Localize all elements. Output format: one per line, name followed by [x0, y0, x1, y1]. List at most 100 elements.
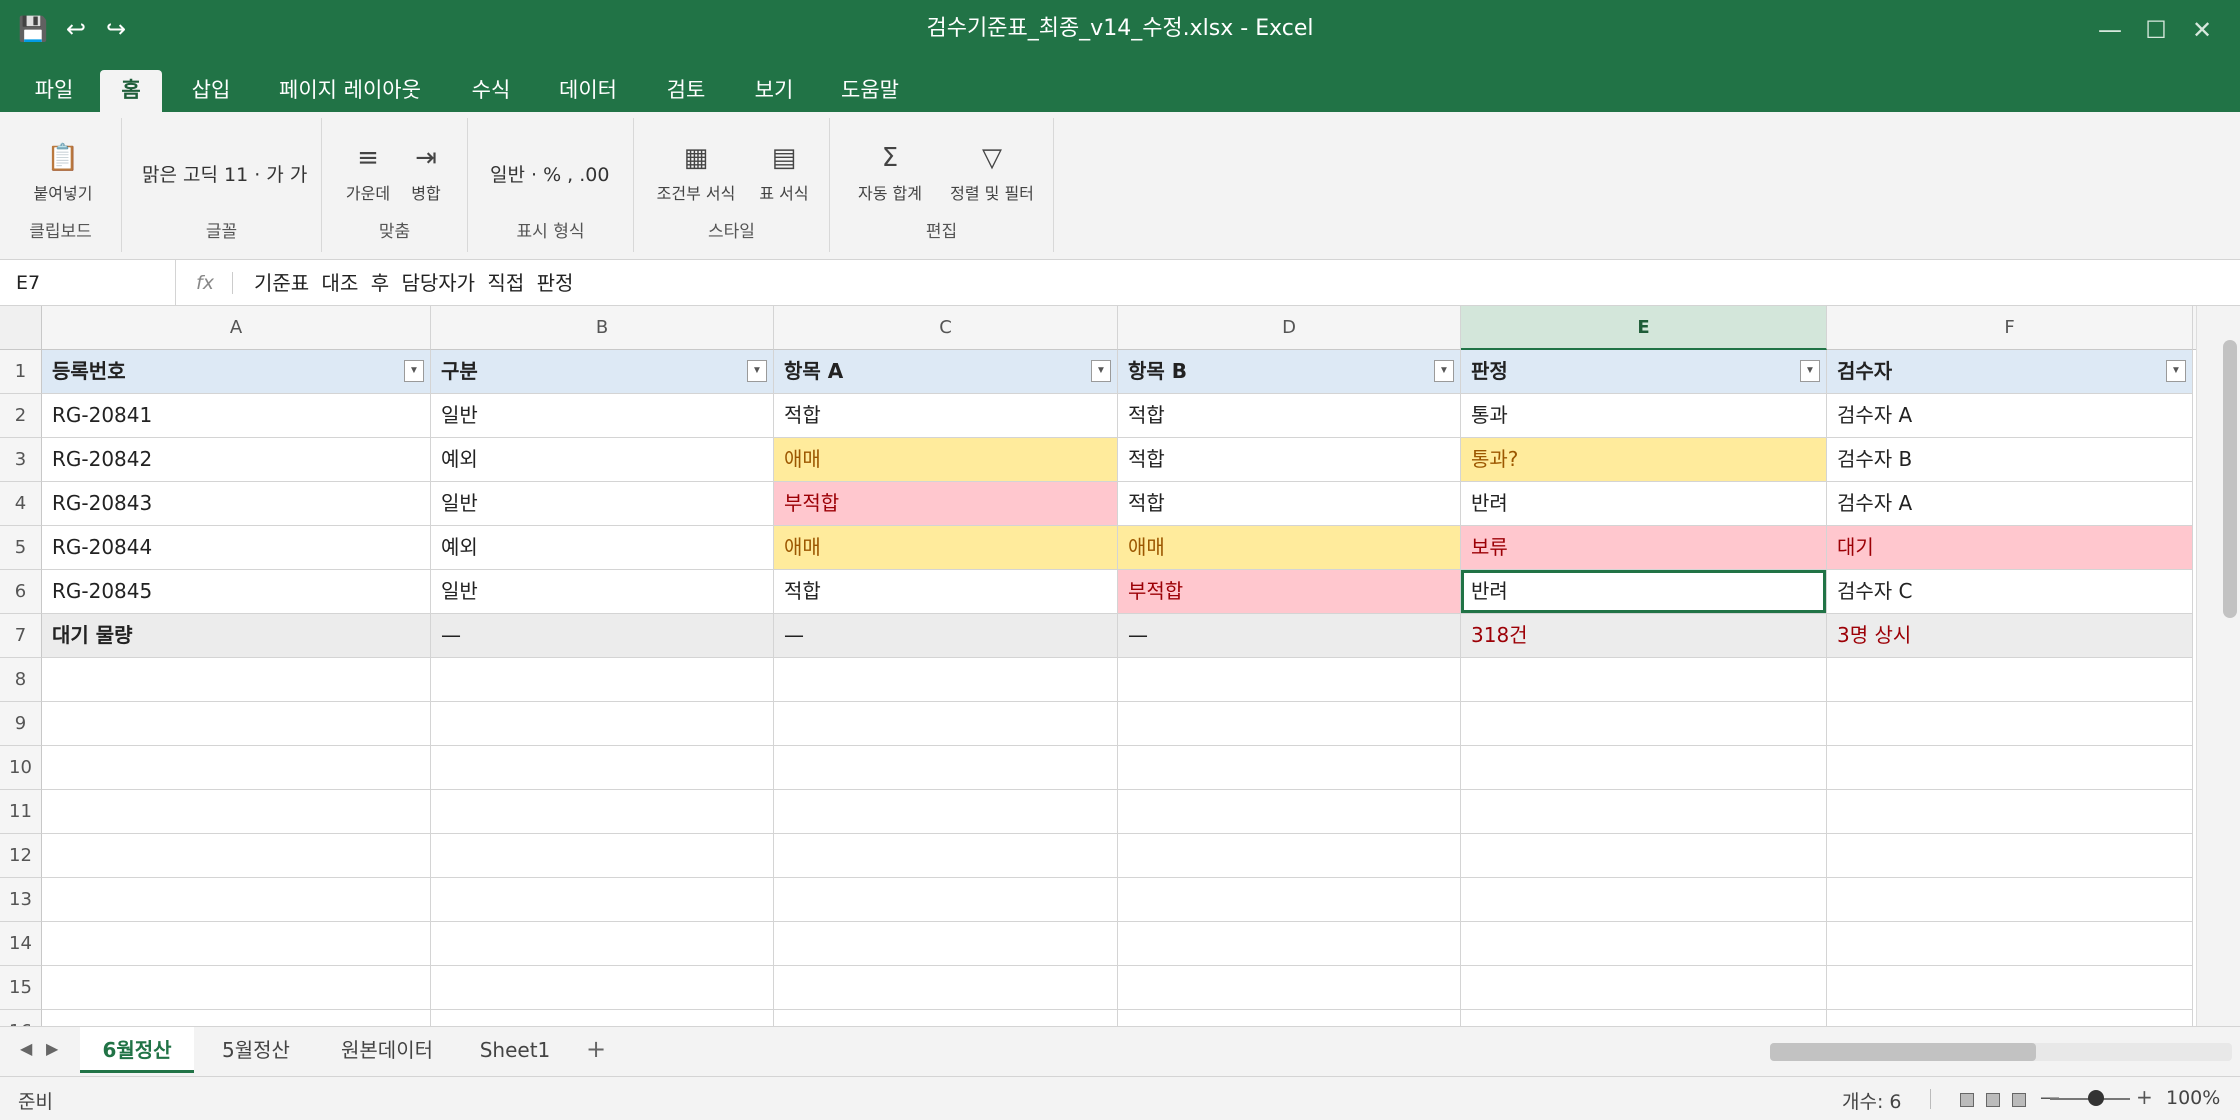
empty-cell[interactable] [1118, 878, 1461, 922]
table-cell[interactable]: 애매 [774, 526, 1118, 570]
empty-cell[interactable] [1827, 790, 2193, 834]
empty-cell[interactable] [774, 746, 1118, 790]
table-cell[interactable]: 통과? [1461, 438, 1827, 482]
table-cell[interactable]: 검수자 B [1827, 438, 2193, 482]
name-box[interactable]: E7 [0, 260, 176, 306]
empty-cell[interactable] [1827, 1010, 2193, 1026]
column-header-e[interactable]: E [1461, 306, 1827, 350]
table-cell[interactable]: 검수자 A [1827, 394, 2193, 438]
add-sheet-icon[interactable]: + [586, 1035, 606, 1063]
table-cell[interactable]: 보류 [1461, 526, 1827, 570]
row-header-5[interactable]: 5 [0, 526, 42, 570]
row-header-7[interactable]: 7 [0, 614, 42, 658]
table-cell[interactable]: RG-20841 [42, 394, 431, 438]
total-row-cell[interactable]: — [1118, 614, 1461, 658]
table-header-cell[interactable]: 등록번호 ▼ [42, 350, 431, 394]
empty-cell[interactable] [1461, 746, 1827, 790]
sheet-tab-may[interactable]: 5월정산 [204, 1027, 308, 1073]
table-cell[interactable]: 부적합 [774, 482, 1118, 526]
empty-cell[interactable] [1827, 746, 2193, 790]
sheet-tab-june[interactable]: 6월정산 [80, 1027, 194, 1073]
empty-cell[interactable] [1461, 790, 1827, 834]
table-cell[interactable]: 통과 [1461, 394, 1827, 438]
table-cell[interactable]: 검수자 C [1827, 570, 2193, 614]
empty-cell[interactable] [774, 1010, 1118, 1026]
empty-cell[interactable] [42, 966, 431, 1010]
maximize-icon[interactable]: ☐ [2136, 12, 2176, 48]
empty-cell[interactable] [42, 702, 431, 746]
total-row-cell[interactable]: — [431, 614, 774, 658]
empty-cell[interactable] [431, 1010, 774, 1026]
empty-cell[interactable] [774, 790, 1118, 834]
total-row-cell[interactable]: 대기 물량 [42, 614, 431, 658]
empty-cell[interactable] [774, 834, 1118, 878]
row-header-12[interactable]: 12 [0, 834, 42, 878]
empty-cell[interactable] [1118, 966, 1461, 1010]
empty-cell[interactable] [42, 790, 431, 834]
filter-dropdown-icon[interactable]: ▼ [404, 360, 424, 382]
paste-button[interactable]: 📋 붙여넣기 [28, 142, 98, 204]
empty-cell[interactable] [1118, 1010, 1461, 1026]
table-header-cell[interactable]: 판정 ▼ [1461, 350, 1827, 394]
table-cell[interactable]: 반려 [1461, 482, 1827, 526]
formula-input[interactable]: 기준표 대조 후 담당자가 직접 판정 [254, 260, 573, 306]
empty-cell[interactable] [774, 878, 1118, 922]
zoom-out-icon[interactable]: — [2040, 1085, 2060, 1109]
empty-cell[interactable] [1461, 1010, 1827, 1026]
empty-cell[interactable] [42, 746, 431, 790]
table-cell[interactable]: 적합 [1118, 438, 1461, 482]
table-cell[interactable]: RG-20843 [42, 482, 431, 526]
empty-cell[interactable] [1118, 658, 1461, 702]
horizontal-scrollbar[interactable] [1770, 1043, 2232, 1061]
empty-cell[interactable] [431, 922, 774, 966]
filter-dropdown-icon[interactable]: ▼ [1091, 360, 1111, 382]
empty-cell[interactable] [1827, 922, 2193, 966]
tab-insert[interactable]: 삽입 [176, 70, 246, 112]
empty-cell[interactable] [1827, 834, 2193, 878]
empty-cell[interactable] [42, 834, 431, 878]
tab-home[interactable]: 홈 [100, 70, 162, 112]
table-cell[interactable]: 일반 [431, 482, 774, 526]
empty-cell[interactable] [431, 746, 774, 790]
column-header-b[interactable]: B [431, 306, 774, 350]
merge-button[interactable]: ⇥ 병합 [406, 142, 446, 204]
total-row-cell[interactable]: 318건 [1461, 614, 1827, 658]
table-cell[interactable]: 일반 [431, 394, 774, 438]
sort-filter-button[interactable]: ▽ 정렬 및 필터 [940, 142, 1044, 204]
prev-sheet-icon[interactable]: ◀ [20, 1039, 32, 1058]
sheet-tab-raw-data[interactable]: 원본데이터 [324, 1027, 450, 1073]
table-cell[interactable]: 부적합 [1118, 570, 1461, 614]
empty-cell[interactable] [774, 966, 1118, 1010]
tab-file[interactable]: 파일 [18, 70, 90, 112]
row-header-13[interactable]: 13 [0, 878, 42, 922]
table-cell[interactable]: 일반 [431, 570, 774, 614]
tab-help[interactable]: 도움말 [830, 70, 910, 112]
empty-cell[interactable] [431, 834, 774, 878]
empty-cell[interactable] [1461, 702, 1827, 746]
table-cell[interactable]: 예외 [431, 438, 774, 482]
column-header-a[interactable]: A [42, 306, 431, 350]
table-header-cell[interactable]: 검수자 ▼ [1827, 350, 2193, 394]
table-cell[interactable]: 반려 [1461, 570, 1827, 614]
tab-review[interactable]: 검토 [650, 70, 722, 112]
next-sheet-icon[interactable]: ▶ [46, 1039, 58, 1058]
row-header-8[interactable]: 8 [0, 658, 42, 702]
table-cell[interactable]: 검수자 A [1827, 482, 2193, 526]
table-cell[interactable]: RG-20844 [42, 526, 431, 570]
normal-view-icon[interactable] [1960, 1093, 1974, 1107]
fx-icon[interactable]: fx [196, 260, 214, 306]
filter-dropdown-icon[interactable]: ▼ [1434, 360, 1454, 382]
empty-cell[interactable] [1118, 746, 1461, 790]
row-header-2[interactable]: 2 [0, 394, 42, 438]
row-header-1[interactable]: 1 [0, 350, 42, 394]
table-cell[interactable]: RG-20845 [42, 570, 431, 614]
number-format-controls[interactable]: 일반 · % , .00 [490, 160, 609, 187]
empty-cell[interactable] [1118, 834, 1461, 878]
column-header-d[interactable]: D [1118, 306, 1461, 350]
table-cell[interactable]: 적합 [1118, 482, 1461, 526]
empty-cell[interactable] [1118, 790, 1461, 834]
table-cell[interactable]: 적합 [774, 570, 1118, 614]
empty-cell[interactable] [774, 922, 1118, 966]
empty-cell[interactable] [431, 790, 774, 834]
page-break-view-icon[interactable] [2012, 1093, 2026, 1107]
